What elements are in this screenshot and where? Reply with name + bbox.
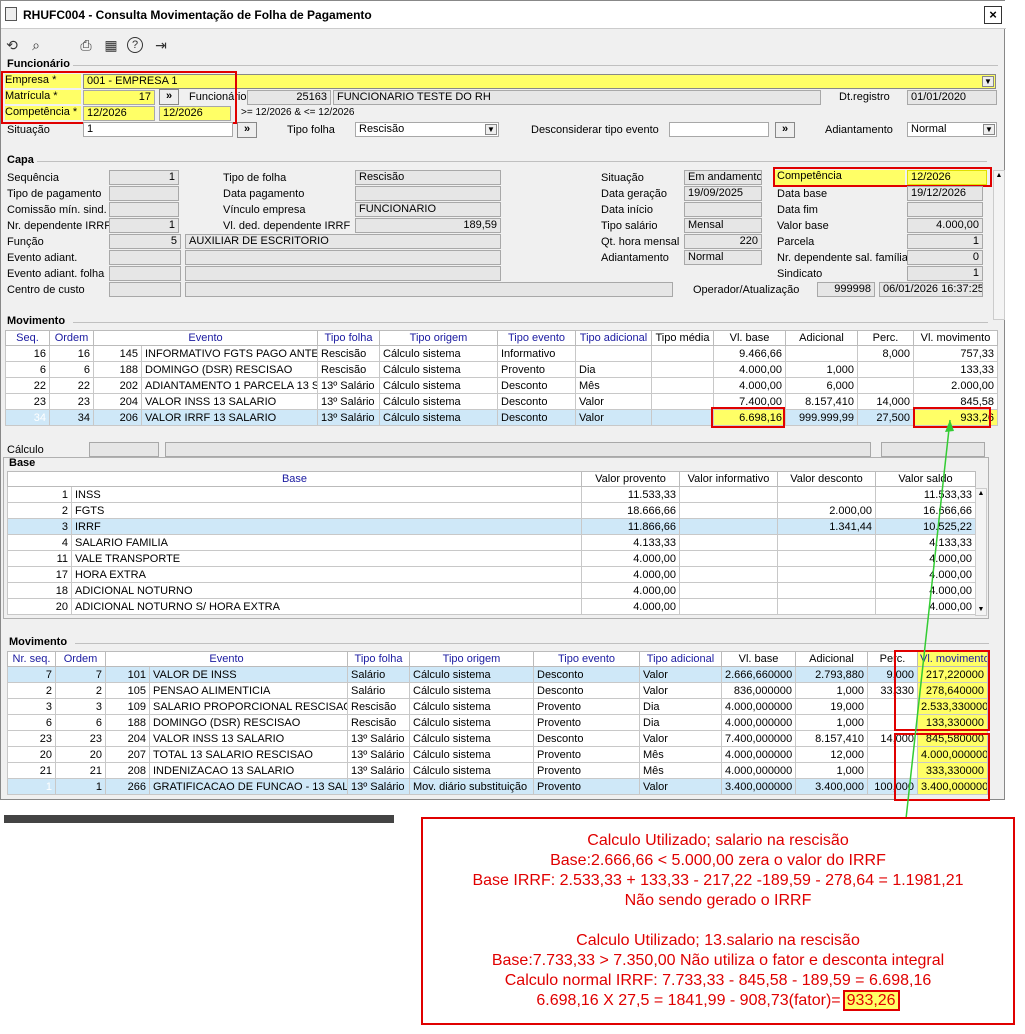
- note-line: 6.698,16 X 27,5 = 1841,99 - 908,73(fator…: [423, 990, 1013, 1011]
- note-line: Base:2.666,66 < 5.000,00 zera o valor do…: [550, 852, 886, 869]
- note-line: Base:7.733,33 > 7.350,00 Não utiliza o f…: [491, 952, 945, 969]
- note-line: [423, 911, 1013, 931]
- note-line: Não sendo gerado o IRRF: [624, 892, 812, 909]
- note-line: Calculo normal IRRF: 7.733,33 - 845,58 -…: [504, 972, 932, 989]
- note-last-prefix: 6.698,16 X 27,5 = 1841,99 - 908,73(fator…: [536, 992, 841, 1009]
- note-line: Base IRRF: 2.533,33 + 133,33 - 217,22 -1…: [472, 872, 964, 889]
- note-result-value: 933,26: [842, 990, 900, 1011]
- note-line: Calculo Utilizado; salario na rescisão: [587, 832, 849, 849]
- note-line: Calculo Utilizado; 13.salario na rescisã…: [576, 932, 860, 949]
- annotation-note: Calculo Utilizado; salario na rescisão B…: [421, 817, 1015, 1025]
